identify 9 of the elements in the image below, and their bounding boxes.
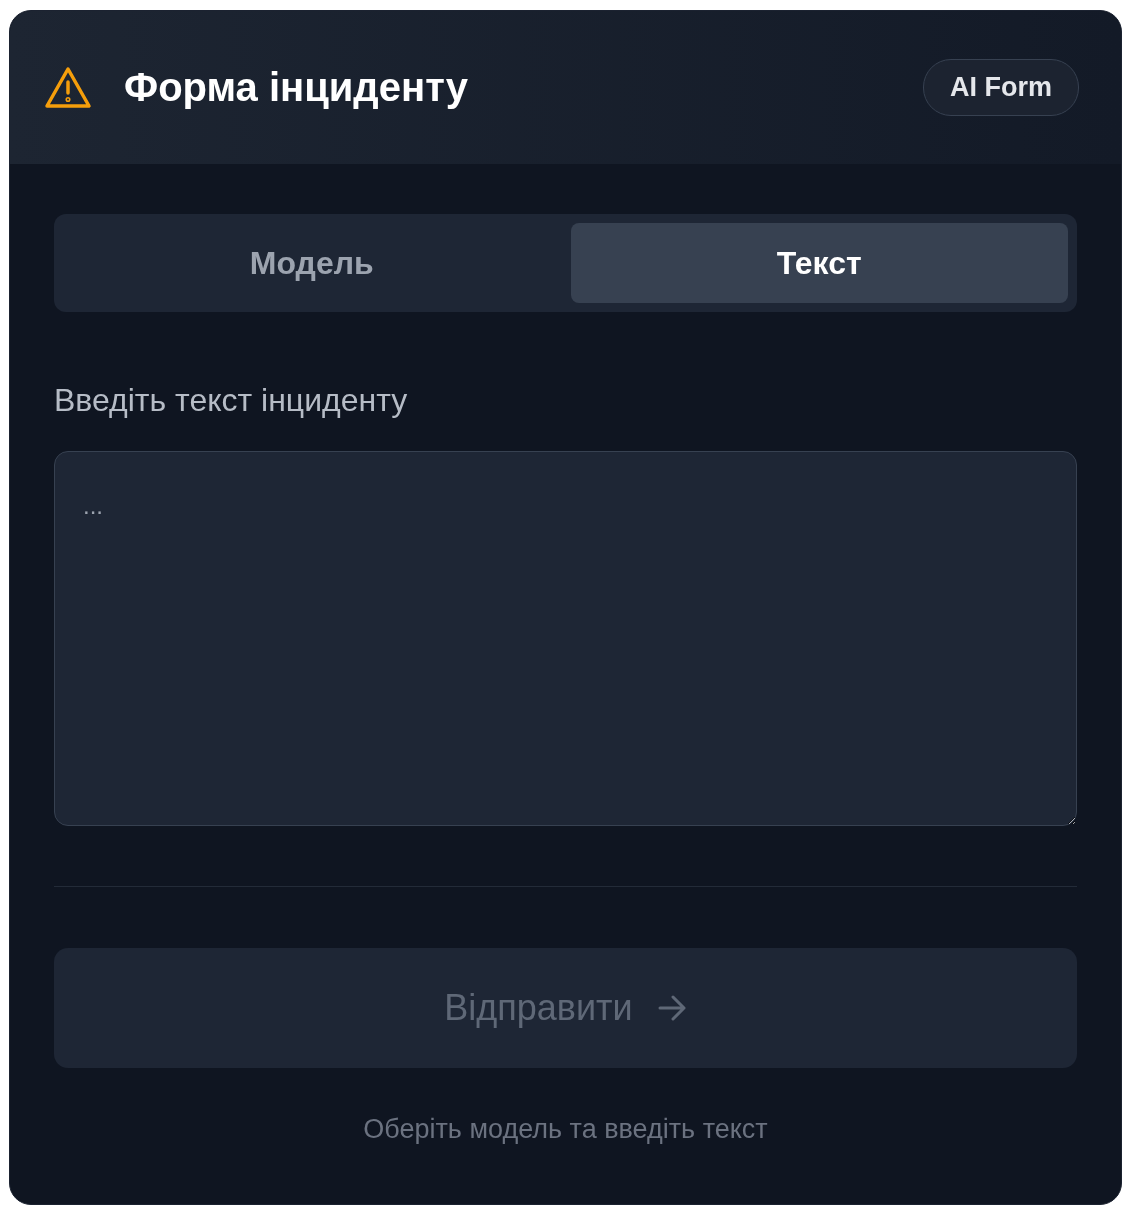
warning-icon <box>44 65 92 110</box>
hint-text: Оберіть модель та введіть текст <box>362 1114 769 1145</box>
form-title: Форма інциденту <box>124 65 469 110</box>
field-label: Введіть текст інциденту <box>54 382 409 419</box>
form-badge: AI Form <box>923 59 1079 116</box>
incident-text-field[interactable]: ... <box>54 451 1077 826</box>
tab[interactable]: Текст <box>570 223 1068 303</box>
tab[interactable]: Модель <box>63 223 561 303</box>
arrow-right-icon <box>656 994 687 1022</box>
